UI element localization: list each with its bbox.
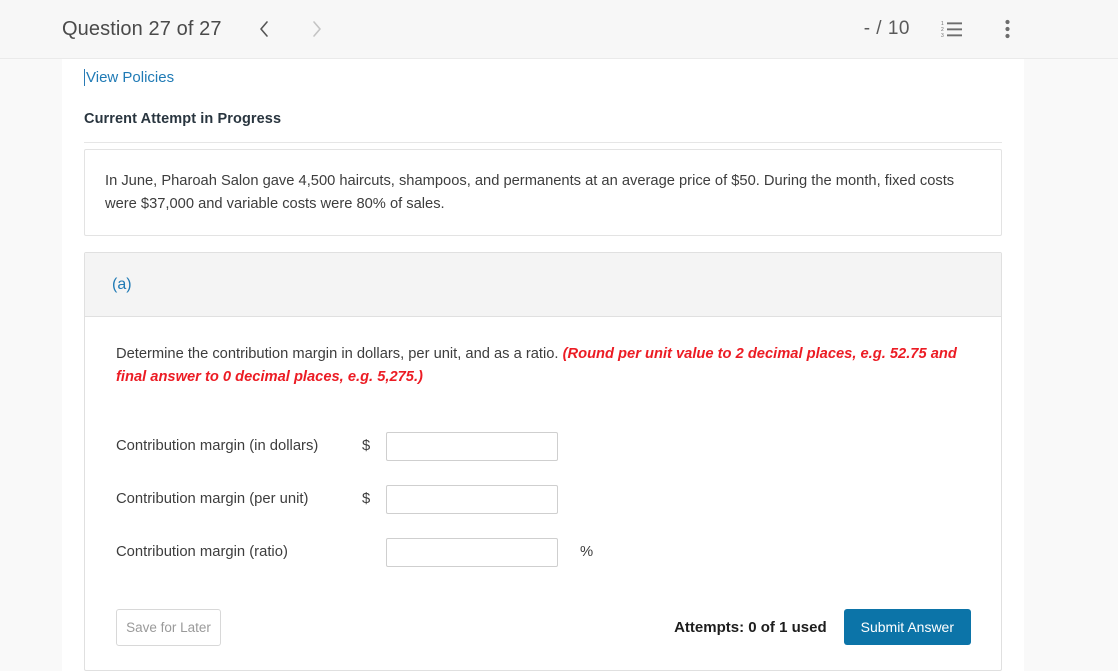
- attempts-counter: Attempts: 0 of 1 used: [674, 618, 827, 636]
- question-navigation: [248, 12, 334, 46]
- part-a-header: (a): [85, 253, 1001, 318]
- field-label-contribution-margin-ratio: Contribution margin (ratio): [116, 544, 288, 561]
- part-a-body: Determine the contribution margin in dol…: [85, 317, 1001, 670]
- input-contribution-margin-per-unit[interactable]: [386, 484, 558, 514]
- header-right-group: - / 10 1 2 3: [864, 16, 1020, 42]
- header-left-group: Question 27 of 27: [62, 12, 334, 46]
- question-list-button[interactable]: 1 2 3: [939, 16, 965, 42]
- input-contribution-margin-ratio[interactable]: [386, 537, 558, 567]
- part-a-label: (a): [112, 275, 132, 293]
- question-statement-text: In June, Pharoah Salon gave 4,500 haircu…: [105, 173, 955, 212]
- footer-right-group: Attempts: 0 of 1 used Submit Answer: [674, 609, 971, 646]
- page-title: Question 27 of 27: [62, 17, 222, 40]
- next-question-button[interactable]: [300, 12, 334, 46]
- numbered-list-icon: 1 2 3: [941, 20, 963, 38]
- part-a-panel: (a) Determine the contribution margin in…: [84, 252, 1002, 671]
- text-cursor-icon: [84, 68, 85, 86]
- more-options-button[interactable]: [994, 16, 1020, 42]
- field-label-contribution-margin-dollars: Contribution margin (in dollars): [116, 438, 319, 455]
- question-content-card: View Policies Current Attempt in Progres…: [62, 59, 1024, 671]
- previous-question-button[interactable]: [248, 12, 282, 46]
- input-contribution-margin-dollars[interactable]: [386, 431, 558, 461]
- part-a-instruction: Determine the contribution margin in dol…: [116, 343, 971, 388]
- score-display: - / 10: [863, 18, 910, 39]
- answer-fields-group: Contribution margin (in dollars) $ Contr…: [116, 420, 971, 579]
- instruction-main-text: Determine the contribution margin in dol…: [116, 346, 559, 363]
- kebab-menu-icon: [1004, 19, 1010, 39]
- top-header-bar: Question 27 of 27 - / 10 1 2 3: [0, 0, 1118, 59]
- view-policies-link[interactable]: View Policies: [86, 69, 174, 86]
- dollar-sign-prefix-dollars: $: [362, 438, 371, 455]
- svg-text:3: 3: [941, 33, 944, 38]
- card-inner: View Policies Current Attempt in Progres…: [62, 59, 1024, 671]
- percent-sign-suffix: %: [580, 544, 594, 561]
- question-statement-box: In June, Pharoah Salon gave 4,500 haircu…: [84, 149, 1002, 237]
- heading-divider: [84, 142, 1002, 143]
- part-a-footer: Save for Later Attempts: 0 of 1 used Sub…: [116, 608, 971, 646]
- field-row-contribution-margin-per-unit: Contribution margin (per unit) $: [116, 473, 971, 526]
- view-policies-row: View Policies: [84, 59, 1002, 89]
- field-label-contribution-margin-per-unit: Contribution margin (per unit): [116, 491, 309, 508]
- field-row-contribution-margin-dollars: Contribution margin (in dollars) $: [116, 420, 971, 473]
- field-row-contribution-margin-ratio: Contribution margin (ratio) %: [116, 526, 971, 579]
- chevron-right-icon: [310, 19, 323, 39]
- current-attempt-heading: Current Attempt in Progress: [84, 111, 282, 127]
- dollar-sign-prefix-per-unit: $: [362, 491, 371, 508]
- chevron-left-icon: [258, 19, 271, 39]
- submit-answer-button[interactable]: Submit Answer: [843, 609, 971, 646]
- save-for-later-button[interactable]: Save for Later: [116, 608, 221, 646]
